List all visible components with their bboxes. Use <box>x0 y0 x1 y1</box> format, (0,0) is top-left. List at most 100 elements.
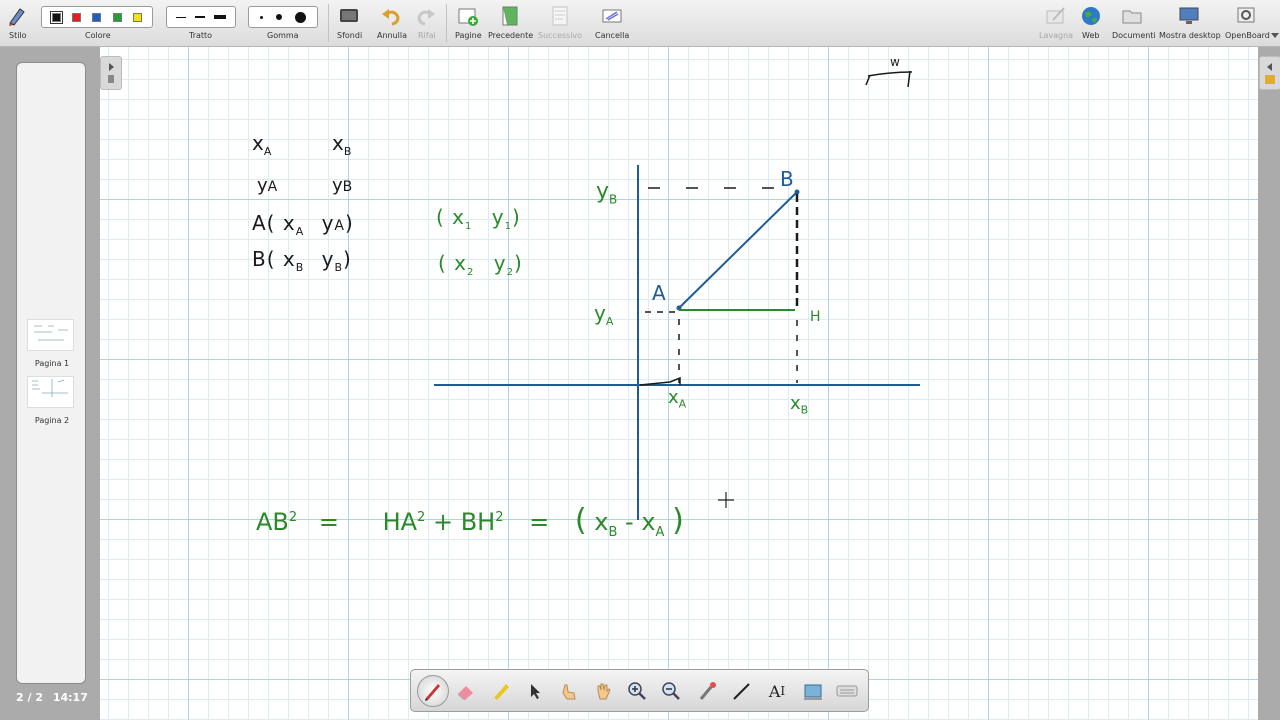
right-panel <box>1258 47 1280 720</box>
show-desktop-button[interactable]: Mostra desktop <box>1158 0 1221 46</box>
zoom-in-icon <box>628 682 646 700</box>
note-yb: yB <box>332 175 353 196</box>
undo-button[interactable]: Annulla <box>374 0 408 46</box>
color-red-swatch[interactable] <box>72 12 82 22</box>
hand-pan-tool[interactable] <box>591 679 615 703</box>
eraser-icon <box>457 686 473 701</box>
keyboard-icon <box>836 685 858 697</box>
clear-page-icon <box>602 9 622 23</box>
backgrounds-icon <box>340 9 358 22</box>
add-page-icon <box>458 8 478 26</box>
pen-tool[interactable] <box>417 675 449 707</box>
virtual-keyboard-tool[interactable] <box>835 679 859 703</box>
interact-tool[interactable] <box>557 679 581 703</box>
stroke-thin-option[interactable] <box>175 16 186 18</box>
pointing-hand-icon <box>562 684 576 700</box>
note-x1-y1: ( x1 y1) <box>436 205 521 232</box>
board-mode-button[interactable]: Lavagna <box>1038 0 1074 46</box>
eraser-medium-option[interactable] <box>275 14 282 20</box>
arrow-right-icon <box>108 63 114 83</box>
pen-icon <box>425 684 440 701</box>
drawing-layer <box>434 70 920 520</box>
web-mode-button[interactable]: Web <box>1078 0 1104 46</box>
color-green-swatch[interactable] <box>112 12 122 22</box>
eraser-size-picker[interactable]: Gomma <box>248 0 318 46</box>
hand-icon <box>597 683 611 700</box>
gear-icon <box>1237 7 1255 23</box>
text-icon: A <box>768 681 781 701</box>
page-thumbnail-label-1: Pagina 1 <box>34 359 70 368</box>
page-thumbnail-label-2: Pagina 2 <box>34 416 70 425</box>
eraser-tool[interactable] <box>453 679 477 703</box>
stroke-thick-option[interactable] <box>214 15 227 19</box>
page-thumbnail-2[interactable] <box>27 376 74 408</box>
stroke-picker[interactable]: Tratto <box>166 0 236 46</box>
page-thumbnails-panel <box>16 62 86 684</box>
note-ya: yA <box>257 175 278 196</box>
desktop-icon <box>1179 7 1199 24</box>
next-page-icon <box>552 6 568 26</box>
next-page-button[interactable]: Successivo <box>538 0 582 46</box>
arrow-left-icon <box>1265 63 1275 84</box>
axis-label-ya: yA <box>594 301 614 328</box>
zoom-in-tool[interactable] <box>625 679 649 703</box>
label-point-b: B <box>780 167 794 191</box>
backgrounds-button[interactable]: Sfondi <box>334 0 364 46</box>
color-picker[interactable]: Colore <box>40 0 154 46</box>
eraser-small-option[interactable] <box>259 15 263 19</box>
left-panel-toggle[interactable] <box>100 56 122 90</box>
chevron-down-icon[interactable] <box>1271 33 1279 39</box>
capture-tool[interactable] <box>801 679 825 703</box>
highlighter-tool[interactable] <box>489 679 513 703</box>
openboard-menu-button[interactable]: OpenBoard <box>1222 0 1270 46</box>
board-icon <box>1046 7 1065 24</box>
laser-pointer-icon <box>699 682 716 700</box>
laser-pointer-tool[interactable] <box>695 679 719 703</box>
page-counter: 2 / 2 14:17 <box>16 691 88 704</box>
color-black-swatch[interactable] <box>49 10 63 24</box>
text-tool[interactable]: AI <box>765 679 789 703</box>
crosshair-cursor-icon <box>718 492 734 508</box>
tool-palette: AI <box>410 669 869 712</box>
page-number: 2 / 2 <box>16 691 43 704</box>
select-tool[interactable] <box>523 679 547 703</box>
whiteboard-canvas[interactable]: xA xB yA yB A( xA yA) B( xB yB) ( x1 y1)… <box>100 47 1258 720</box>
clock: 14:17 <box>52 691 88 704</box>
pointer-arrow-icon <box>531 684 540 699</box>
highlighter-icon <box>494 684 509 700</box>
page-2-preview <box>32 379 68 397</box>
note-xb: xB <box>332 131 352 158</box>
previous-page-icon <box>502 6 518 26</box>
color-blue-swatch[interactable] <box>92 12 102 22</box>
page-1-preview <box>34 325 68 341</box>
origin-mark <box>639 376 681 386</box>
corner-mark-strokes <box>865 70 913 88</box>
label-point-a: A <box>652 281 666 305</box>
right-panel-toggle[interactable] <box>1259 56 1280 90</box>
line-tool[interactable] <box>729 679 753 703</box>
axis-label-yb: yB <box>596 179 618 207</box>
redo-icon <box>417 9 435 26</box>
toolbar-separator <box>446 4 447 42</box>
axis-label-xa: xA <box>668 387 687 411</box>
stroke-options <box>166 6 236 28</box>
redo-button[interactable]: Rifai <box>414 0 438 46</box>
pythagorean-formula: AB2 = HA2 + BH2 = ( xB - xA ) <box>256 503 684 540</box>
pages-button[interactable]: Pagine <box>452 0 484 46</box>
zoom-out-tool[interactable] <box>659 679 683 703</box>
label-point-h: H <box>810 309 821 325</box>
zoom-out-icon <box>662 682 680 700</box>
stylus-button[interactable]: Stilo <box>4 0 30 46</box>
page-thumbnail-1[interactable] <box>27 319 74 351</box>
clear-page-button[interactable]: Cancella <box>594 0 630 46</box>
previous-page-button[interactable]: Precedente <box>488 0 533 46</box>
toolbar-separator <box>328 4 329 42</box>
color-yellow-swatch[interactable] <box>133 12 143 22</box>
stylus-icon <box>9 8 25 26</box>
note-point-a-definition: A( xA yA) <box>252 211 354 238</box>
eraser-large-option[interactable] <box>295 11 307 23</box>
main-toolbar: Stilo Colore Tratto Gomma Sfondi Annulla… <box>0 0 1280 47</box>
eraser-options <box>248 6 318 28</box>
documents-button[interactable]: Documenti <box>1110 0 1156 46</box>
stroke-medium-option[interactable] <box>194 16 205 18</box>
